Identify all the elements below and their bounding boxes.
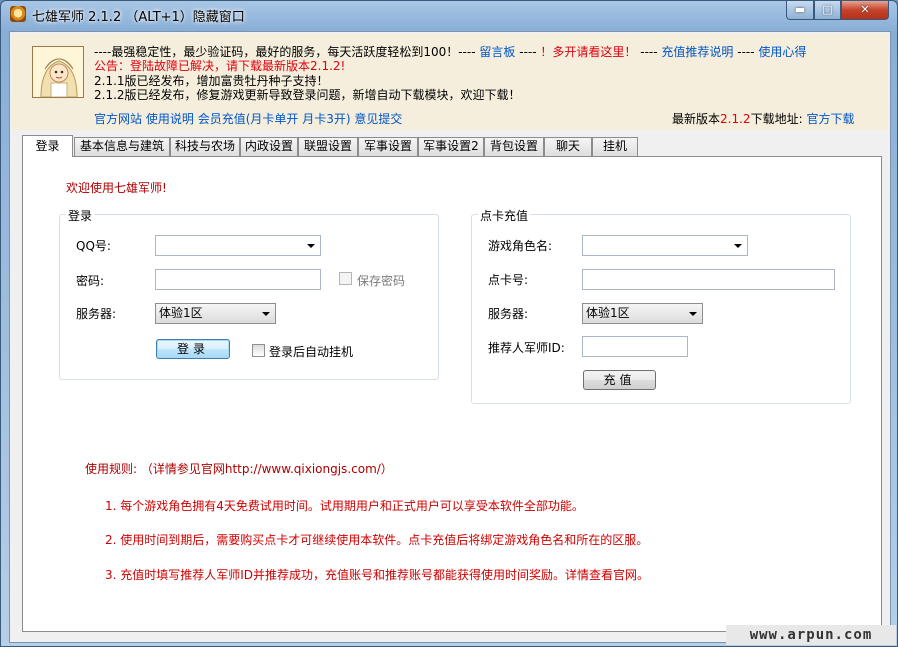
tab-bar: 登录 基本信息与建筑 科技与农场 内政设置 联盟设置 军事设置 军事设置2 背包…: [22, 135, 882, 157]
tab-hangup[interactable]: 挂机: [592, 137, 638, 156]
latest-version-info: 最新版本2.1.2下载地址: 官方下载: [672, 110, 854, 127]
welcome-text: 欢迎使用七雄军师!: [66, 181, 167, 195]
banner: ----最强稳定性，最少验证码，最好的服务，每天活跃度轻松到100！---- 留…: [12, 34, 888, 130]
chevron-down-icon: [262, 312, 270, 316]
tab-login[interactable]: 登录: [22, 135, 73, 157]
app-icon: [10, 6, 26, 22]
referrer-id-field[interactable]: [582, 336, 688, 357]
server-select[interactable]: 体验1区: [155, 303, 276, 324]
release-note-2: 2.1.2版已经发布，修复游戏更新导致登录问题，新增自动下载模块，欢迎下载！: [94, 88, 521, 102]
chevron-down-icon: [689, 312, 697, 316]
official-download-link[interactable]: 官方下载: [806, 112, 854, 126]
auto-hangup-checkbox[interactable]: [252, 344, 265, 357]
close-icon: ✕: [860, 3, 870, 16]
multi-open-link[interactable]: ！多开请看这里！: [540, 45, 636, 59]
rules-title: 使用规则: （详情参见官网http://www.qixiongjs.com/）: [85, 462, 393, 476]
feedback-link[interactable]: 意见提交: [354, 112, 402, 126]
save-password-label: 保存密码: [357, 274, 406, 288]
rule-item: 1. 每个游戏角色拥有4天免费试用时间。试用期用户和正式用户可以享受本软件全部功…: [105, 499, 584, 513]
login-group: 登录 QQ号: 密码: 保存密码 服务器: 体验1区 登录 登录后自动挂机: [59, 207, 439, 380]
app-window: 七雄军师 2.1.2 （ALT+1）隐藏窗口 ▬ □ ✕ ----最强稳定性，最…: [0, 0, 898, 647]
minimize-icon: ▬: [794, 3, 806, 16]
message-board-link[interactable]: 留言板: [479, 45, 515, 59]
title-bar[interactable]: 七雄军师 2.1.2 （ALT+1）隐藏窗口 ▬ □ ✕: [1, 1, 897, 27]
close-button[interactable]: ✕: [841, 1, 889, 20]
referrer-id-label: 推荐人军师ID:: [488, 341, 565, 355]
recharge-referral-link[interactable]: 充值推荐说明: [661, 45, 733, 59]
download-label: 下载地址:: [750, 112, 803, 126]
tab-domestic[interactable]: 内政设置: [240, 137, 298, 156]
role-name-combo[interactable]: [582, 235, 748, 256]
member-recharge-link[interactable]: 会员充值: [198, 112, 246, 126]
password-field[interactable]: [155, 269, 321, 290]
tab-chat[interactable]: 聊天: [544, 137, 592, 156]
qq-label: QQ号:: [76, 239, 111, 253]
recharge-server-select[interactable]: 体验1区: [582, 303, 703, 324]
recharge-server-label: 服务器:: [488, 307, 529, 321]
official-site-link[interactable]: 官方网站: [94, 112, 142, 126]
usage-link[interactable]: 使用说明: [146, 112, 194, 126]
recharge-group-title: 点卡充值: [478, 207, 531, 224]
qq-combo[interactable]: [155, 235, 321, 256]
avatar: [32, 46, 84, 98]
monthly-card3-link[interactable]: 月卡3开): [302, 112, 350, 126]
maximize-icon: □: [822, 3, 833, 16]
recharge-server-value: 体验1区: [586, 306, 630, 320]
tab-basic-info[interactable]: 基本信息与建筑: [74, 137, 170, 156]
recharge-group: 点卡充值 游戏角色名: 点卡号: 服务器: 体验1区 推荐人军师ID: 充值: [471, 207, 851, 404]
login-panel: 欢迎使用七雄军师! 登录 QQ号: 密码: 保存密码 服务器: 体验1区 登录: [22, 156, 882, 632]
window-title: 七雄军师 2.1.2 （ALT+1）隐藏窗口: [32, 10, 245, 25]
password-label: 密码:: [76, 274, 105, 288]
chevron-down-icon: [307, 244, 315, 248]
save-password-checkbox[interactable]: [339, 272, 352, 285]
latest-version-value: 2.1.2: [720, 112, 751, 126]
maximize-button[interactable]: □: [814, 1, 841, 20]
watermark: www.arpun.com: [726, 625, 896, 645]
monthly-card-link[interactable]: (月卡单开: [246, 112, 299, 126]
tab-alliance[interactable]: 联盟设置: [298, 137, 358, 156]
tab-backpack[interactable]: 背包设置: [484, 137, 544, 156]
server-value: 体验1区: [159, 306, 203, 320]
avatar-icon: [33, 47, 83, 97]
auto-hangup-label: 登录后自动挂机: [269, 345, 354, 359]
minimize-button[interactable]: ▬: [786, 1, 814, 20]
recharge-button[interactable]: 充值: [583, 370, 656, 390]
card-number-field[interactable]: [582, 269, 835, 290]
chevron-down-icon: [734, 244, 742, 248]
card-number-label: 点卡号:: [488, 273, 529, 287]
tab-tech-farm[interactable]: 科技与农场: [170, 137, 240, 156]
client-area: ----最强稳定性，最少验证码，最好的服务，每天活跃度轻松到100！---- 留…: [9, 31, 891, 643]
usage-tips-link[interactable]: 使用心得: [758, 45, 806, 59]
separator: ----: [640, 45, 658, 59]
role-name-label: 游戏角色名:: [488, 239, 553, 253]
rule-item: 3. 充值时填写推荐人军师ID并推荐成功，充值账号和推荐账号都能获得使用时间奖励…: [105, 568, 650, 582]
rule-item: 2. 使用时间到期后，需要购买点卡才可继续使用本软件。点卡充值后将绑定游戏角色名…: [105, 533, 649, 547]
server-label: 服务器:: [76, 307, 117, 321]
separator: ----: [519, 45, 537, 59]
login-group-title: 登录: [66, 207, 95, 224]
login-button[interactable]: 登录: [156, 339, 230, 359]
tab-military2[interactable]: 军事设置2: [418, 137, 484, 156]
latest-version-label: 最新版本: [672, 112, 721, 126]
tab-military[interactable]: 军事设置: [358, 137, 418, 156]
banner-links: 官方网站 使用说明 会员充值(月卡单开 月卡3开) 意见提交: [94, 110, 402, 127]
separator: ----: [737, 45, 755, 59]
